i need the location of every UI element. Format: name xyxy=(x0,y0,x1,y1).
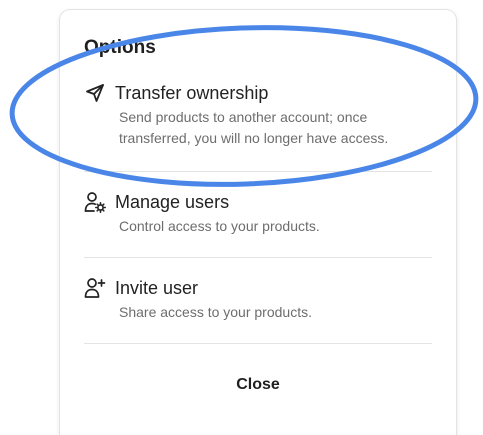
option-description: Control access to your products. xyxy=(119,216,434,237)
options-sheet: Options Transfer ownership Send products… xyxy=(60,10,456,435)
user-plus-icon xyxy=(84,277,106,299)
option-description-line: Control access to your products. xyxy=(119,218,320,234)
user-settings-icon xyxy=(84,191,106,213)
screen: Options Transfer ownership Send products… xyxy=(0,0,483,435)
divider xyxy=(84,171,432,172)
option-description-line: Send products to another account; once xyxy=(119,109,368,125)
sheet-title: Options xyxy=(84,37,156,58)
option-description: Send products to another account; once t… xyxy=(119,107,434,149)
option-label: Manage users xyxy=(115,192,230,212)
option-manage-users[interactable]: Manage users Control access to your prod… xyxy=(84,189,434,237)
option-transfer-ownership[interactable]: Transfer ownership Send products to anot… xyxy=(84,80,434,149)
option-description-line: transferred, you will no longer have acc… xyxy=(119,130,389,146)
divider xyxy=(84,343,432,344)
close-button[interactable]: Close xyxy=(84,368,432,402)
option-description-line: Share access to your products. xyxy=(119,304,312,320)
option-description: Share access to your products. xyxy=(119,302,434,323)
send-icon xyxy=(84,82,106,104)
option-invite-user[interactable]: Invite user Share access to your product… xyxy=(84,275,434,323)
option-label: Invite user xyxy=(115,278,199,298)
divider xyxy=(84,257,432,258)
option-label: Transfer ownership xyxy=(115,83,269,103)
